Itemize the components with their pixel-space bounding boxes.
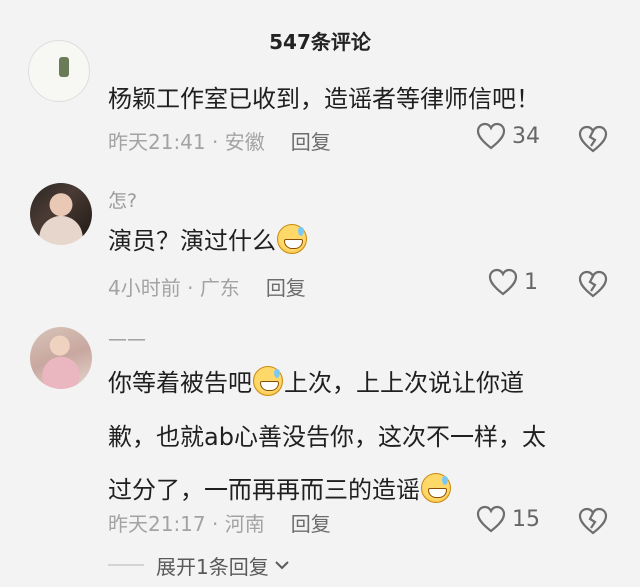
like-count: 34 bbox=[512, 123, 540, 149]
comment-time: 4小时前 bbox=[108, 276, 181, 300]
dislike-button[interactable] bbox=[578, 125, 608, 157]
like-count: 1 bbox=[524, 269, 538, 295]
expand-replies-label: 展开1条回复 bbox=[156, 554, 269, 579]
meta-separator: · bbox=[205, 130, 225, 154]
broken-heart-icon bbox=[578, 507, 608, 535]
reply-button[interactable]: 回复 bbox=[291, 130, 331, 154]
comment-text-line: 歉，也就ab心善没告你，这次不一样，太 bbox=[108, 423, 546, 451]
comment-location: 河南 bbox=[224, 512, 265, 536]
comment-time: 昨天21:41 bbox=[108, 130, 206, 154]
like-button[interactable]: 1 bbox=[488, 268, 538, 296]
reply-button[interactable]: 回复 bbox=[291, 512, 331, 536]
comment-text-line: 你等着被告吧 上次，上上次说让你道 bbox=[108, 364, 546, 402]
meta-separator: · bbox=[180, 276, 200, 300]
like-button[interactable]: 34 bbox=[476, 122, 540, 150]
divider bbox=[108, 564, 144, 566]
broken-heart-icon bbox=[578, 270, 608, 298]
comment-text: 杨颖工作室已收到，造谣者等律师信吧！ bbox=[108, 85, 540, 113]
heart-outline-icon bbox=[476, 122, 506, 150]
grinning-sweat-emoji bbox=[277, 224, 307, 254]
comment-meta: 昨天21:41 · 安徽 回复 bbox=[108, 126, 331, 155]
comment-count-title: 547条评论 bbox=[269, 30, 371, 54]
comment-nickname: —— bbox=[108, 328, 146, 350]
grinning-sweat-emoji bbox=[253, 366, 283, 396]
comment-time: 昨天21:17 bbox=[108, 512, 206, 536]
avatar[interactable] bbox=[30, 327, 92, 389]
reply-button[interactable]: 回复 bbox=[266, 276, 306, 300]
comment-text-line: 过分了，一而再再而三的造谣 bbox=[108, 471, 546, 509]
comment-nickname: 怎? bbox=[108, 190, 138, 212]
comment-meta: 4小时前 · 广东 回复 bbox=[108, 272, 306, 301]
like-count: 15 bbox=[512, 506, 540, 532]
avatar[interactable] bbox=[28, 40, 90, 102]
comment-location: 广东 bbox=[199, 276, 240, 300]
chevron-down-icon bbox=[275, 561, 289, 570]
comment-text: 演员？演过什么 bbox=[108, 222, 308, 260]
avatar[interactable] bbox=[30, 183, 92, 245]
comment-text-segment: 上次，上上次说让你道 bbox=[284, 369, 524, 397]
meta-separator: · bbox=[205, 512, 225, 536]
grinning-sweat-emoji bbox=[421, 473, 451, 503]
comment-meta: 昨天21:17 · 河南 回复 bbox=[108, 508, 331, 537]
broken-heart-icon bbox=[578, 125, 608, 153]
comment-text: 你等着被告吧 上次，上上次说让你道 歉，也就ab心善没告你，这次不一样，太 过分了… bbox=[108, 364, 546, 509]
dislike-button[interactable] bbox=[578, 507, 608, 539]
heart-outline-icon bbox=[488, 268, 518, 296]
heart-outline-icon bbox=[476, 505, 506, 533]
comments-header: 547条评论 bbox=[0, 0, 640, 86]
like-button[interactable]: 15 bbox=[476, 505, 540, 533]
expand-replies-button[interactable]: 展开1条回复 bbox=[108, 548, 291, 582]
dislike-button[interactable] bbox=[578, 270, 608, 302]
comment-text-segment: 过分了，一而再再而三的造谣 bbox=[108, 476, 420, 504]
comment-location: 安徽 bbox=[224, 130, 265, 154]
comment-text-content: 演员？演过什么 bbox=[108, 227, 276, 255]
comment-text-segment: 你等着被告吧 bbox=[108, 369, 252, 397]
